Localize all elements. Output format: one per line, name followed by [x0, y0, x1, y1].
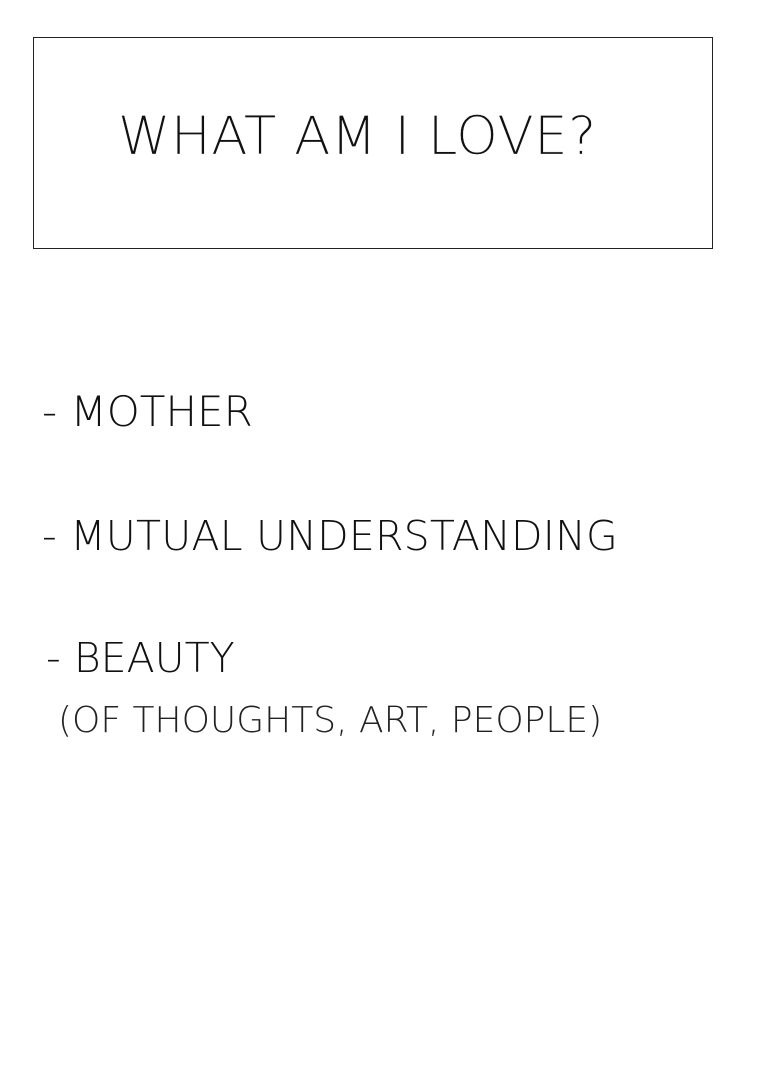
list-item-mutual-understanding: - MUTUAL UNDERSTANDING [42, 512, 618, 560]
title-box: WHAT AM I LOVE? [33, 37, 713, 249]
list-item-beauty: - BEAUTY [46, 634, 235, 682]
list-item-beauty-note: (OF THOUGHTS, ART, PEOPLE) [58, 700, 603, 741]
list-item-mother: - MOTHER [42, 387, 253, 436]
page-title: WHAT AM I LOVE? [118, 106, 597, 167]
